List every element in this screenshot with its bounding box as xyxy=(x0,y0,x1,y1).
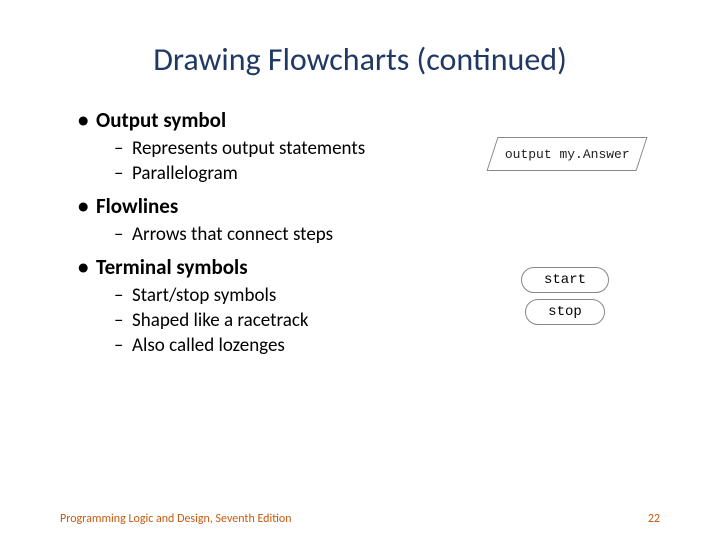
bullet-flowlines-sub1: Arrows that connect steps xyxy=(114,223,450,246)
bullet-terminal-sub3: Also called lozenges xyxy=(114,334,450,357)
terminal-start: start xyxy=(521,267,609,293)
slide-title: Drawing Flowcharts (continued) xyxy=(60,40,660,79)
parallelogram-icon: output my.Answer xyxy=(486,137,647,171)
text-column: Output symbol Represents output statemen… xyxy=(60,107,450,359)
shapes-column: output my.Answer start stop xyxy=(470,107,660,359)
bullet-terminal-sub2: Shaped like a racetrack xyxy=(114,309,450,332)
parallelogram-label: output my.Answer xyxy=(505,147,630,162)
footer-page-number: 22 xyxy=(648,512,660,526)
bullet-terminal: Terminal symbols xyxy=(78,254,450,280)
terminal-stop: stop xyxy=(525,299,605,325)
parallelogram-shape: output my.Answer xyxy=(480,137,650,177)
footer: Programming Logic and Design, Seventh Ed… xyxy=(60,512,660,526)
bullet-output-sub2: Parallelogram xyxy=(114,162,450,185)
bullet-flowlines: Flowlines xyxy=(78,193,450,219)
content-row: Output symbol Represents output statemen… xyxy=(60,107,660,359)
terminal-shapes: start stop xyxy=(521,267,609,325)
bullet-terminal-sub1: Start/stop symbols xyxy=(114,284,450,307)
footer-left: Programming Logic and Design, Seventh Ed… xyxy=(60,512,292,526)
bullet-output-sub1: Represents output statements xyxy=(114,137,450,160)
slide: Drawing Flowcharts (continued) Output sy… xyxy=(0,0,720,540)
bullet-output-symbol: Output symbol xyxy=(78,107,450,133)
